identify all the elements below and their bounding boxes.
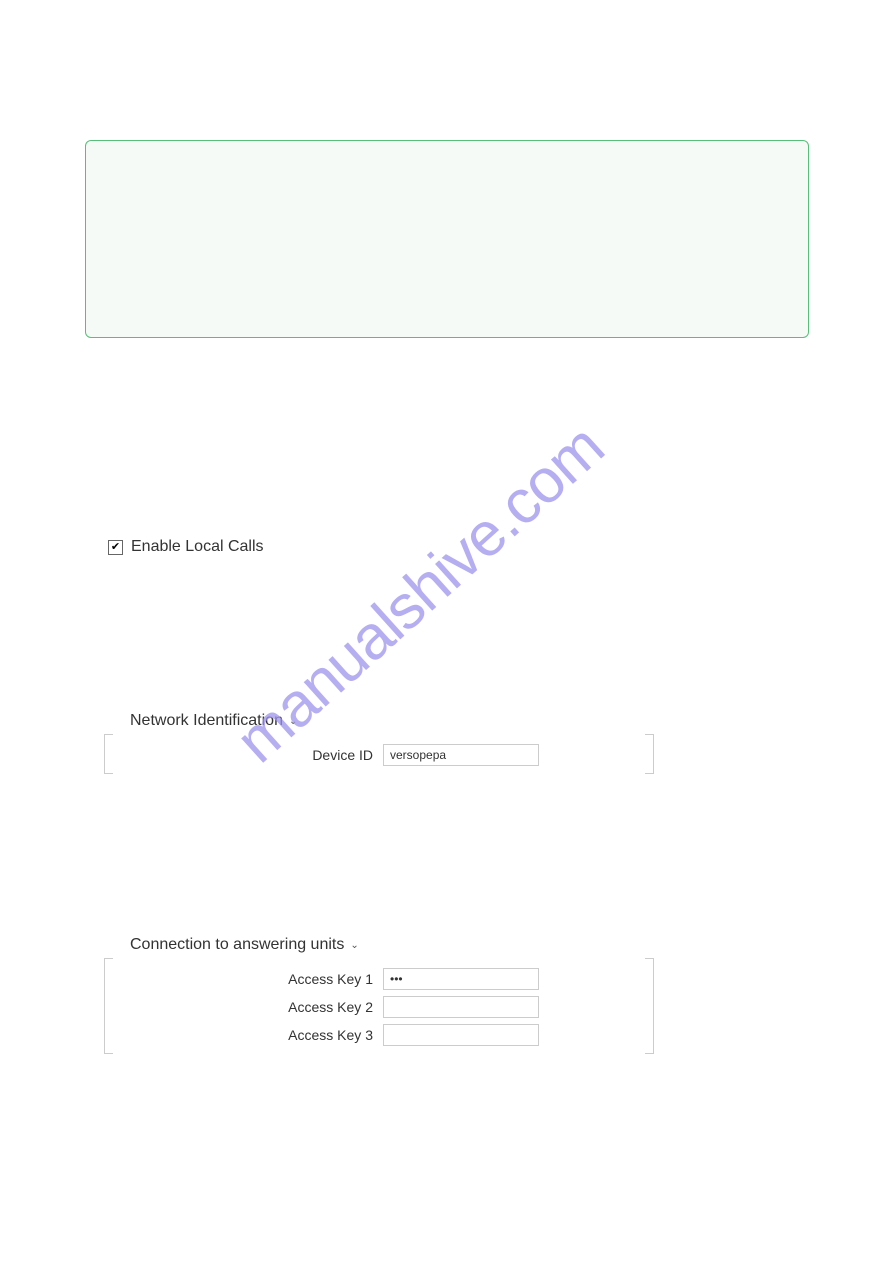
chevron-down-icon: ⌄ (289, 716, 297, 727)
connection-answering-units-title: Connection to answering units (130, 936, 344, 954)
connection-answering-units-header[interactable]: Connection to answering units ⌄ (104, 936, 654, 954)
connection-answering-units-group: Connection to answering units ⌄ Access K… (104, 936, 654, 1054)
device-id-label: Device ID (105, 747, 383, 763)
access-key-2-row: Access Key 2 (105, 996, 653, 1018)
page-container: ✔ Enable Local Calls Network Identificat… (0, 0, 893, 1263)
network-identification-group: Network Identification ⌄ Device ID (104, 712, 654, 774)
chevron-down-icon: ⌄ (350, 940, 358, 951)
enable-local-calls-label: Enable Local Calls (131, 538, 264, 556)
access-key-3-label: Access Key 3 (105, 1027, 383, 1043)
network-identification-title: Network Identification (130, 712, 283, 730)
enable-local-calls-checkbox[interactable]: ✔ (108, 540, 123, 555)
access-key-2-label: Access Key 2 (105, 999, 383, 1015)
device-id-input[interactable] (383, 744, 539, 766)
connection-answering-units-body: Access Key 1 Access Key 2 Access Key 3 (104, 958, 654, 1054)
info-panel (85, 140, 809, 338)
access-key-1-label: Access Key 1 (105, 971, 383, 987)
network-identification-header[interactable]: Network Identification ⌄ (104, 712, 654, 730)
device-id-row: Device ID (105, 744, 653, 766)
enable-local-calls-row: ✔ Enable Local Calls (108, 538, 264, 556)
access-key-1-row: Access Key 1 (105, 968, 653, 990)
access-key-2-input[interactable] (383, 996, 539, 1018)
access-key-3-input[interactable] (383, 1024, 539, 1046)
network-identification-body: Device ID (104, 734, 654, 774)
access-key-3-row: Access Key 3 (105, 1024, 653, 1046)
access-key-1-input[interactable] (383, 968, 539, 990)
